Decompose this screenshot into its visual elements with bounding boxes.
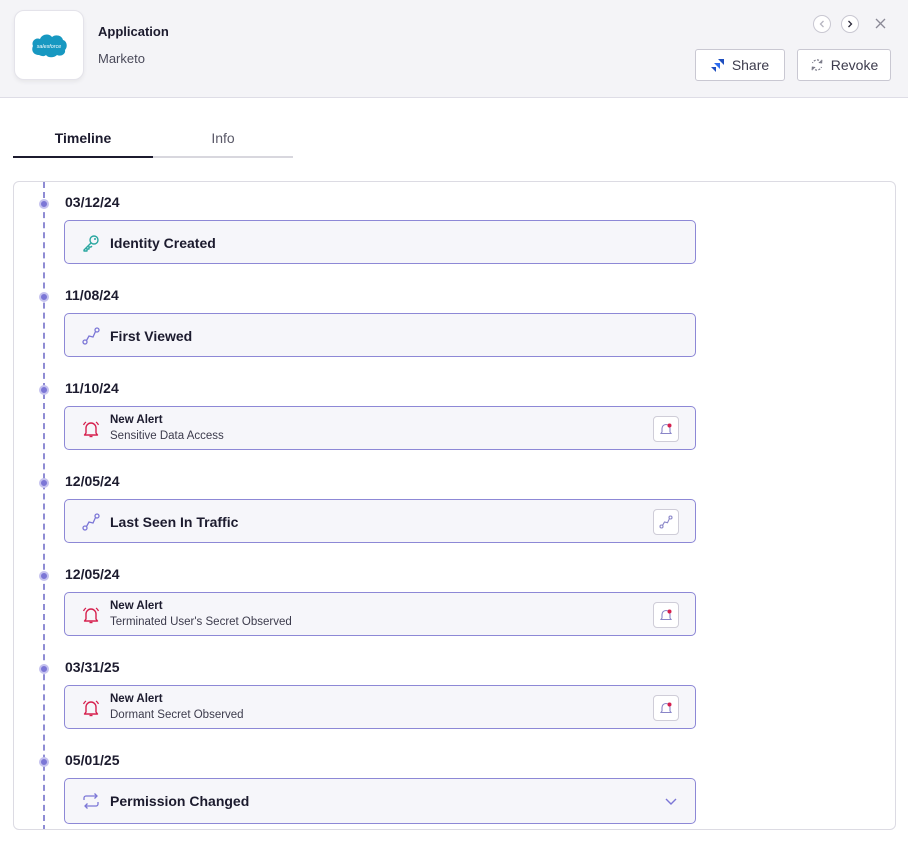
timeline-card[interactable]: Identity Created [64,220,696,264]
alert-bell-icon [82,700,100,717]
alert-badge[interactable] [653,416,679,442]
timeline-date: 03/31/25 [65,659,120,675]
app-name: Marketo [98,51,145,66]
alert-bell-icon [659,423,673,435]
close-button[interactable] [871,14,889,32]
alert-badge[interactable] [653,602,679,628]
traffic-path-icon [82,513,100,531]
timeline-card[interactable]: New Alert Dormant Secret Observed [64,685,696,729]
traffic-path-icon [82,327,100,345]
timeline-dot [39,292,49,302]
share-label: Share [731,57,770,73]
app-label: Application [98,24,169,39]
event-title: Last Seen In Traffic [110,514,239,530]
traffic-path-icon [659,515,673,529]
alert-title: New Alert [110,693,163,705]
tab-bar: Timeline Info [13,120,293,158]
chevron-right-icon [848,20,853,28]
timeline-date: 05/01/25 [65,752,120,768]
jira-share-icon [710,59,724,72]
timeline-date: 12/05/24 [65,473,120,489]
alert-title: New Alert [110,414,163,426]
key-icon [83,235,99,252]
close-icon [875,18,885,28]
timeline-dot [39,664,49,674]
salesforce-cloud-icon: salesforce [32,34,67,58]
timeline-dot [39,571,49,581]
timeline-date: 12/05/24 [65,566,120,582]
alert-badge[interactable] [653,695,679,721]
alert-bell-icon [659,609,673,621]
timeline-rail [43,182,45,829]
revoke-button[interactable]: Revoke [797,49,891,81]
next-button[interactable] [841,15,859,33]
chevron-down-icon[interactable] [663,793,679,809]
revoke-icon [811,59,823,71]
timeline-dot [39,757,49,767]
alert-subtitle: Sensitive Data Access [110,430,224,442]
timeline-date: 03/12/24 [65,194,120,210]
timeline-date: 11/10/24 [65,380,119,396]
alert-title: New Alert [110,600,163,612]
app-logo: salesforce [14,10,84,80]
timeline-card[interactable]: First Viewed [64,313,696,357]
alert-bell-icon [659,702,673,714]
timeline-card[interactable]: Last Seen In Traffic [64,499,696,543]
timeline-card[interactable]: New Alert Terminated User's Secret Obser… [64,592,696,636]
timeline-card[interactable]: New Alert Sensitive Data Access [64,406,696,450]
event-title: Permission Changed [110,793,250,809]
tab-timeline[interactable]: Timeline [13,120,153,158]
timeline-card[interactable]: Permission Changed [64,778,696,824]
traffic-badge[interactable] [653,509,679,535]
timeline-panel: 03/12/24 Identity Created 11/08/24 First… [13,181,896,830]
timeline-dot [39,385,49,395]
timeline-date: 11/08/24 [65,287,119,303]
share-button[interactable]: Share [695,49,785,81]
timeline-dot [39,478,49,488]
previous-button[interactable] [813,15,831,33]
svg-text:salesforce: salesforce [37,44,62,50]
chevron-left-icon [819,20,824,28]
timeline-dot [39,199,49,209]
header: salesforce Application Marketo Share Rev… [0,0,908,98]
alert-subtitle: Terminated User's Secret Observed [110,616,292,628]
alert-subtitle: Dormant Secret Observed [110,709,244,721]
event-title: First Viewed [110,328,193,344]
alert-bell-icon [82,421,100,438]
refresh-icon [83,793,99,809]
tab-info[interactable]: Info [153,120,293,156]
alert-bell-icon [82,607,100,624]
event-title: Identity Created [110,235,216,251]
revoke-label: Revoke [830,57,879,73]
